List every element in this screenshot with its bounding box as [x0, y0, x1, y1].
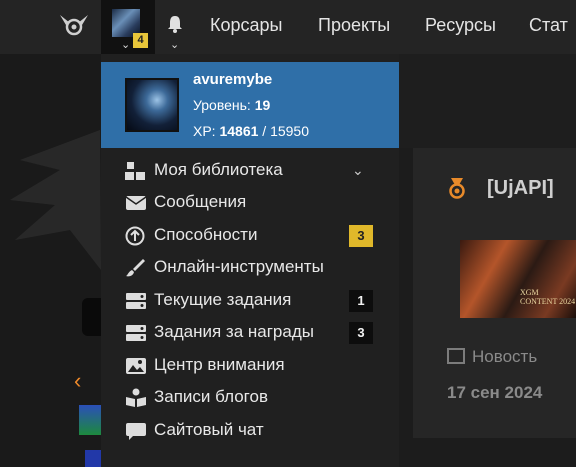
- article-type-label: Новость: [472, 347, 538, 366]
- site-logo-icon[interactable]: [58, 11, 90, 41]
- menu-item-blog-posts[interactable]: Записи блогов: [125, 385, 385, 411]
- side-button[interactable]: [82, 298, 101, 336]
- menu-item-bounty-tasks[interactable]: Задания за награды: [125, 320, 385, 346]
- nav-link-articles[interactable]: Стат: [529, 15, 568, 36]
- thumbnail-image[interactable]: [79, 405, 101, 435]
- back-arrow-icon[interactable]: ‹: [74, 368, 81, 394]
- background-wing-icon: [10, 130, 101, 270]
- bell-icon[interactable]: [165, 14, 185, 34]
- username[interactable]: avuremybe: [193, 71, 272, 88]
- brush-icon: [126, 259, 145, 277]
- nav-link-projects[interactable]: Проекты: [318, 15, 390, 36]
- notification-count-badge: 4: [133, 33, 148, 48]
- menu-item-current-tasks[interactable]: Текущие задания: [125, 288, 385, 314]
- nav-link-corsairs[interactable]: Корсары: [210, 15, 282, 36]
- menu-item-library[interactable]: Моя библиотека: [125, 158, 385, 184]
- avatar[interactable]: [125, 78, 179, 132]
- nav-link-resources[interactable]: Ресурсы: [425, 15, 496, 36]
- menu-item-messages[interactable]: Сообщения: [125, 190, 385, 216]
- article-title[interactable]: [UjAPI]: [487, 177, 554, 200]
- chat-bubble-icon: [126, 423, 146, 440]
- menu-item-spotlight[interactable]: Центр внимания: [125, 353, 385, 379]
- tasks-icon: [126, 325, 146, 341]
- abilities-count-badge: 3: [349, 225, 373, 247]
- medal-icon: [449, 178, 465, 199]
- current-tasks-count-badge: 1: [349, 290, 373, 312]
- arrow-circle-up-icon: [125, 226, 145, 246]
- news-icon: [447, 348, 465, 364]
- menu-item-abilities[interactable]: Способности: [125, 223, 385, 249]
- chevron-down-icon: ⌄: [121, 39, 131, 51]
- user-level: Уровень: 19: [193, 97, 271, 113]
- bounty-tasks-count-badge: 3: [349, 322, 373, 344]
- library-icon: [125, 162, 145, 180]
- article-thumbnail[interactable]: [460, 240, 576, 318]
- book-reader-icon: [126, 388, 146, 407]
- user-xp: XP: 14861 / 15950: [193, 123, 310, 139]
- menu-item-site-chat[interactable]: Сайтовый чат: [125, 418, 385, 444]
- background-top-area: [399, 54, 576, 148]
- thumbnail-image[interactable]: [85, 450, 101, 467]
- chevron-down-icon[interactable]: ⌄: [352, 162, 364, 179]
- menu-item-online-tools[interactable]: Онлайн-инструменты: [125, 255, 385, 281]
- image-icon: [126, 358, 146, 374]
- tasks-icon: [126, 293, 146, 309]
- envelope-icon: [125, 196, 147, 210]
- thumbnail-caption: XGM CONTENT 2024: [520, 288, 576, 306]
- article-date: 17 сен 2024: [447, 383, 543, 402]
- chevron-down-icon: ⌄: [170, 39, 180, 51]
